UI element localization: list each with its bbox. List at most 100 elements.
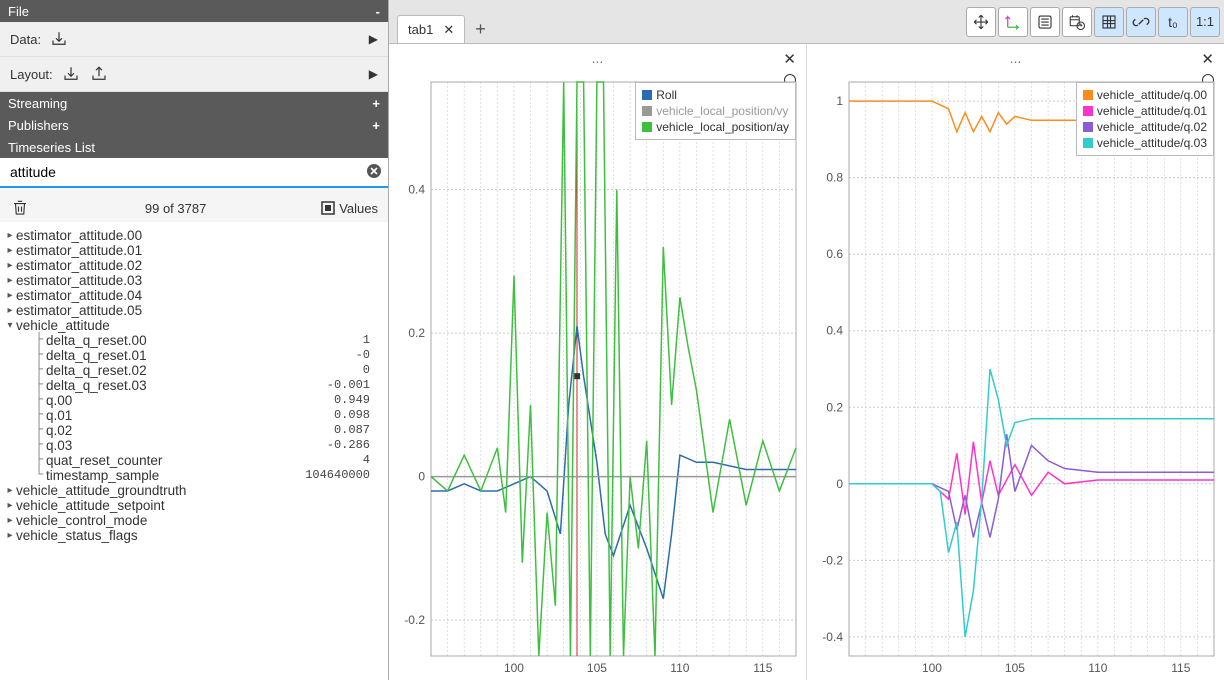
layout-row[interactable]: Layout: ▶ <box>0 57 388 92</box>
close-plot-icon[interactable]: ✕ <box>783 50 796 68</box>
tree-item[interactable]: ▸estimator_attitude.03 <box>4 273 384 288</box>
tree-leaf[interactable]: └timestamp_sample104640000 <box>4 468 384 483</box>
svg-text:100: 100 <box>504 661 524 675</box>
timeseries-tree[interactable]: ▸estimator_attitude.00▸estimator_attitud… <box>0 222 388 680</box>
trash-icon[interactable] <box>10 198 30 218</box>
tool-axes[interactable] <box>998 7 1028 37</box>
legend-item[interactable]: vehicle_attitude/q.03 <box>1083 135 1207 151</box>
streaming-panel-header[interactable]: Streaming + <box>0 92 388 114</box>
layout-label: Layout: <box>10 67 53 82</box>
svg-text:0.6: 0.6 <box>826 247 843 261</box>
toolbar: t₀ 1:1 <box>966 0 1224 43</box>
plot-canvas[interactable]: -0.4-0.200.20.40.60.81100105110115 <box>807 72 1224 680</box>
chevron-right-icon: ▶ <box>369 32 378 46</box>
plots-container: ... ✕ -0.200.20.4100105110115 Rollvehicl… <box>389 44 1224 680</box>
tree-leaf[interactable]: ├q.03-0.286 <box>4 438 384 453</box>
tree-item[interactable]: ▸vehicle_attitude_groundtruth <box>4 483 384 498</box>
tree-leaf[interactable]: ├q.010.098 <box>4 408 384 423</box>
values-label: Values <box>339 201 378 216</box>
plot-title: ... <box>592 50 604 66</box>
tool-list[interactable] <box>1030 7 1060 37</box>
expand-icon[interactable]: + <box>372 118 380 133</box>
minimize-icon[interactable]: - <box>376 4 380 19</box>
data-row[interactable]: Data: ▶ <box>0 22 388 57</box>
clear-search-icon[interactable] <box>366 163 382 182</box>
values-toggle[interactable]: Values <box>321 201 378 216</box>
tool-ratio[interactable]: 1:1 <box>1190 7 1220 37</box>
legend-item[interactable]: vehicle_local_position/vy <box>642 103 789 119</box>
tool-datetime[interactable] <box>1062 7 1092 37</box>
svg-text:1: 1 <box>836 94 843 108</box>
tree-leaf[interactable]: ├q.020.087 <box>4 423 384 438</box>
svg-text:115: 115 <box>753 661 772 675</box>
tree-leaf[interactable]: ├delta_q_reset.020 <box>4 363 384 378</box>
svg-text:0: 0 <box>418 470 425 484</box>
svg-text:0.4: 0.4 <box>826 324 843 338</box>
plot-legend[interactable]: vehicle_attitude/q.00vehicle_attitude/q.… <box>1076 82 1214 156</box>
tool-grid[interactable] <box>1094 7 1124 37</box>
import-icon[interactable] <box>49 29 69 49</box>
expand-icon[interactable]: + <box>372 96 380 111</box>
svg-text:105: 105 <box>587 661 607 675</box>
search-row <box>0 158 388 188</box>
tree-leaf[interactable]: ├quat_reset_counter4 <box>4 453 384 468</box>
new-tab-button[interactable]: + <box>465 15 496 43</box>
legend-item[interactable]: vehicle_local_position/ay <box>642 119 789 135</box>
tree-leaf[interactable]: ├q.000.949 <box>4 393 384 408</box>
streaming-label: Streaming <box>8 96 67 111</box>
legend-item[interactable]: vehicle_attitude/q.00 <box>1083 87 1207 103</box>
legend-item[interactable]: vehicle_attitude/q.02 <box>1083 119 1207 135</box>
svg-text:0.8: 0.8 <box>826 171 843 185</box>
publishers-panel-header[interactable]: Publishers + <box>0 114 388 136</box>
tree-item[interactable]: ▸estimator_attitude.00 <box>4 228 384 243</box>
tree-item[interactable]: ▸estimator_attitude.01 <box>4 243 384 258</box>
chevron-right-icon: ▶ <box>369 67 378 81</box>
layout-import-icon[interactable] <box>61 64 81 84</box>
sidebar: File - Data: ▶ Layout: ▶ Streaming + Pub… <box>0 0 389 680</box>
file-label: File <box>8 4 29 19</box>
svg-text:-0.2: -0.2 <box>404 613 425 627</box>
svg-text:0: 0 <box>836 477 843 491</box>
plot-legend[interactable]: Rollvehicle_local_position/vyvehicle_loc… <box>635 82 796 140</box>
main: tab1 ✕ + t₀ 1: <box>389 0 1224 680</box>
tree-leaf[interactable]: ├delta_q_reset.01-0 <box>4 348 384 363</box>
tree-item[interactable]: ▸estimator_attitude.04 <box>4 288 384 303</box>
tree-item[interactable]: ▸vehicle_status_flags <box>4 528 384 543</box>
legend-item[interactable]: vehicle_attitude/q.01 <box>1083 103 1207 119</box>
tool-link[interactable] <box>1126 7 1156 37</box>
tree-leaf[interactable]: ├delta_q_reset.001 <box>4 333 384 348</box>
file-panel-header[interactable]: File - <box>0 0 388 22</box>
layout-export-icon[interactable] <box>89 64 109 84</box>
svg-text:0.4: 0.4 <box>408 183 425 197</box>
close-plot-icon[interactable]: ✕ <box>1201 50 1214 68</box>
legend-item[interactable]: Roll <box>642 87 789 103</box>
timeseries-panel-header[interactable]: Timeseries List <box>0 136 388 158</box>
svg-text:-0.4: -0.4 <box>822 630 843 644</box>
tree-item[interactable]: ▸estimator_attitude.02 <box>4 258 384 273</box>
tree-leaf[interactable]: ├delta_q_reset.03-0.001 <box>4 378 384 393</box>
plot-canvas[interactable]: -0.200.20.4100105110115 <box>389 72 806 680</box>
tool-move[interactable] <box>966 7 996 37</box>
plot-title: ... <box>1010 50 1022 66</box>
tab-label: tab1 <box>408 22 433 37</box>
tree-item[interactable]: ▸vehicle_control_mode <box>4 513 384 528</box>
svg-text:110: 110 <box>670 661 689 675</box>
tree-item[interactable]: ▸estimator_attitude.05 <box>4 303 384 318</box>
svg-text:0.2: 0.2 <box>826 400 843 414</box>
tool-t0[interactable]: t₀ <box>1158 7 1188 37</box>
plot-1[interactable]: ... ✕ -0.200.20.4100105110115 Rollvehicl… <box>389 44 807 680</box>
tree-item-expanded[interactable]: ▾vehicle_attitude <box>4 318 384 333</box>
svg-text:-0.2: -0.2 <box>822 553 843 567</box>
publishers-label: Publishers <box>8 118 69 133</box>
svg-text:105: 105 <box>1005 661 1025 675</box>
close-tab-icon[interactable]: ✕ <box>443 22 454 38</box>
svg-text:115: 115 <box>1171 661 1190 675</box>
tree-item[interactable]: ▸vehicle_attitude_setpoint <box>4 498 384 513</box>
svg-text:110: 110 <box>1088 661 1107 675</box>
data-label: Data: <box>10 32 41 47</box>
plot-2[interactable]: ... ✕ -0.4-0.200.20.40.60.81100105110115… <box>807 44 1224 680</box>
tab-tab1[interactable]: tab1 ✕ <box>397 15 465 43</box>
search-input[interactable] <box>6 162 366 182</box>
timeseries-label: Timeseries List <box>8 140 95 155</box>
list-toolbar: 99 of 3787 Values <box>0 188 388 222</box>
